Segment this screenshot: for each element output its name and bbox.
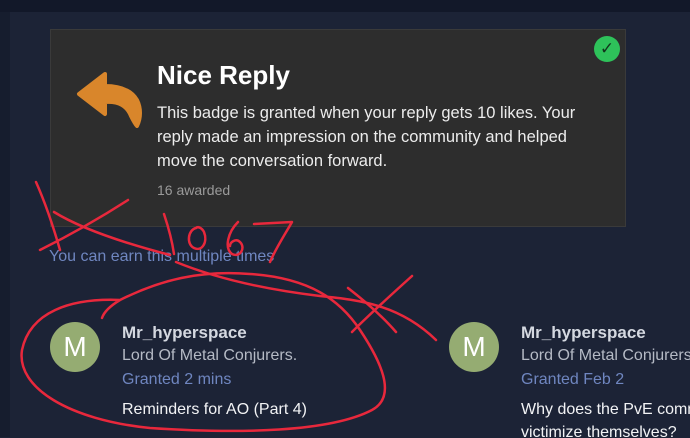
user-title: Lord Of Metal Conjurers <box>521 347 690 364</box>
granted-check-icon: ✓ <box>594 36 620 62</box>
badge-card: ✓ Nice Reply This badge is granted when … <box>50 29 626 227</box>
multiple-times-note: You can earn this multiple times <box>49 248 275 265</box>
topic-line-2: victimize themselves? <box>521 424 677 438</box>
scribble-digit-0 <box>187 225 207 251</box>
avatar[interactable]: M <box>50 322 100 372</box>
topic-link[interactable]: Reminders for AO (Part 4) <box>122 398 307 421</box>
badge-description: This badge is granted when your reply ge… <box>157 104 576 170</box>
username-link[interactable]: Mr_hyperspace <box>521 323 646 343</box>
reply-arrow-icon <box>77 72 142 128</box>
avatar[interactable]: M <box>449 322 499 372</box>
badge-title: Nice Reply <box>157 60 290 90</box>
left-rail <box>0 12 10 437</box>
topic-link[interactable]: Why does the PvE comm victimize themselv… <box>521 398 690 438</box>
topic-line-1: Why does the PvE comm <box>521 401 690 418</box>
username-link[interactable]: Mr_hyperspace <box>122 323 247 343</box>
grant-card[interactable]: M Mr_hyperspace Lord Of Metal Conjurers … <box>449 318 690 438</box>
top-bar <box>0 0 690 12</box>
awarded-count: 16 awarded <box>157 182 231 198</box>
grant-card[interactable]: M Mr_hyperspace Lord Of Metal Conjurers.… <box>50 318 380 438</box>
granted-time-link[interactable]: Granted Feb 2 <box>521 371 624 389</box>
user-title: Lord Of Metal Conjurers. <box>122 347 298 364</box>
granted-time-link[interactable]: Granted 2 mins <box>122 371 231 389</box>
